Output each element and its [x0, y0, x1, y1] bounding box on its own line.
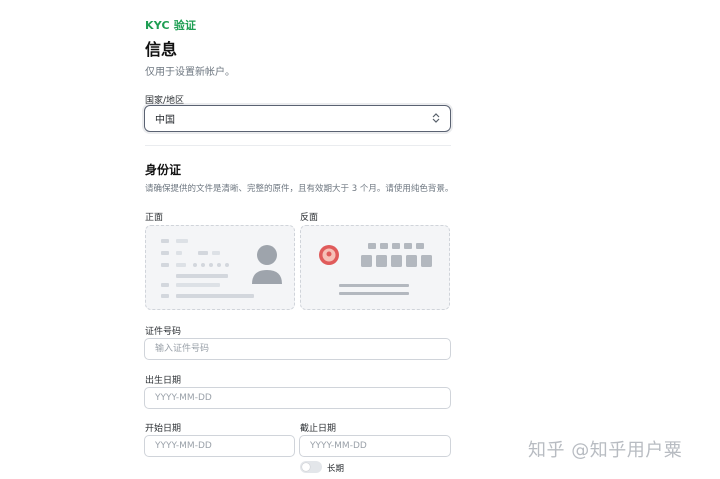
birth-date-input[interactable]	[144, 387, 451, 409]
section-divider	[145, 145, 451, 146]
birth-date-label: 出生日期	[145, 376, 182, 386]
chevron-up-down-icon	[432, 112, 440, 125]
id-number-label: 证件号码	[145, 327, 182, 337]
start-date-label: 开始日期	[145, 424, 182, 434]
country-select[interactable]: 中国	[144, 105, 451, 132]
id-section-title: 身份证	[145, 163, 182, 177]
front-label: 正面	[145, 213, 164, 223]
end-date-input[interactable]	[299, 435, 451, 457]
id-number-input[interactable]	[144, 338, 451, 360]
page-title: 信息	[145, 40, 178, 59]
toggle-knob	[302, 463, 310, 471]
id-card-back-emblem-icon	[319, 243, 432, 295]
id-back-upload[interactable]	[300, 225, 450, 310]
back-label: 反面	[300, 213, 319, 223]
kyc-eyebrow: KYC 验证	[145, 19, 197, 32]
page-subtitle: 仅用于设置新帐户。	[145, 67, 235, 78]
long-term-label: 长期	[327, 464, 345, 474]
watermark-text: 知乎 @知乎用户粟	[528, 440, 683, 461]
long-term-toggle[interactable]	[300, 461, 322, 473]
country-select-value: 中国	[155, 115, 175, 126]
id-section-description: 请确保提供的文件是清晰、完整的原件，且有效期大于 3 个月。请使用纯色背景。	[145, 184, 454, 194]
end-date-label: 截止日期	[300, 424, 337, 434]
start-date-input[interactable]	[144, 435, 295, 457]
id-card-front-icon	[161, 239, 282, 298]
id-front-upload[interactable]	[145, 225, 295, 310]
